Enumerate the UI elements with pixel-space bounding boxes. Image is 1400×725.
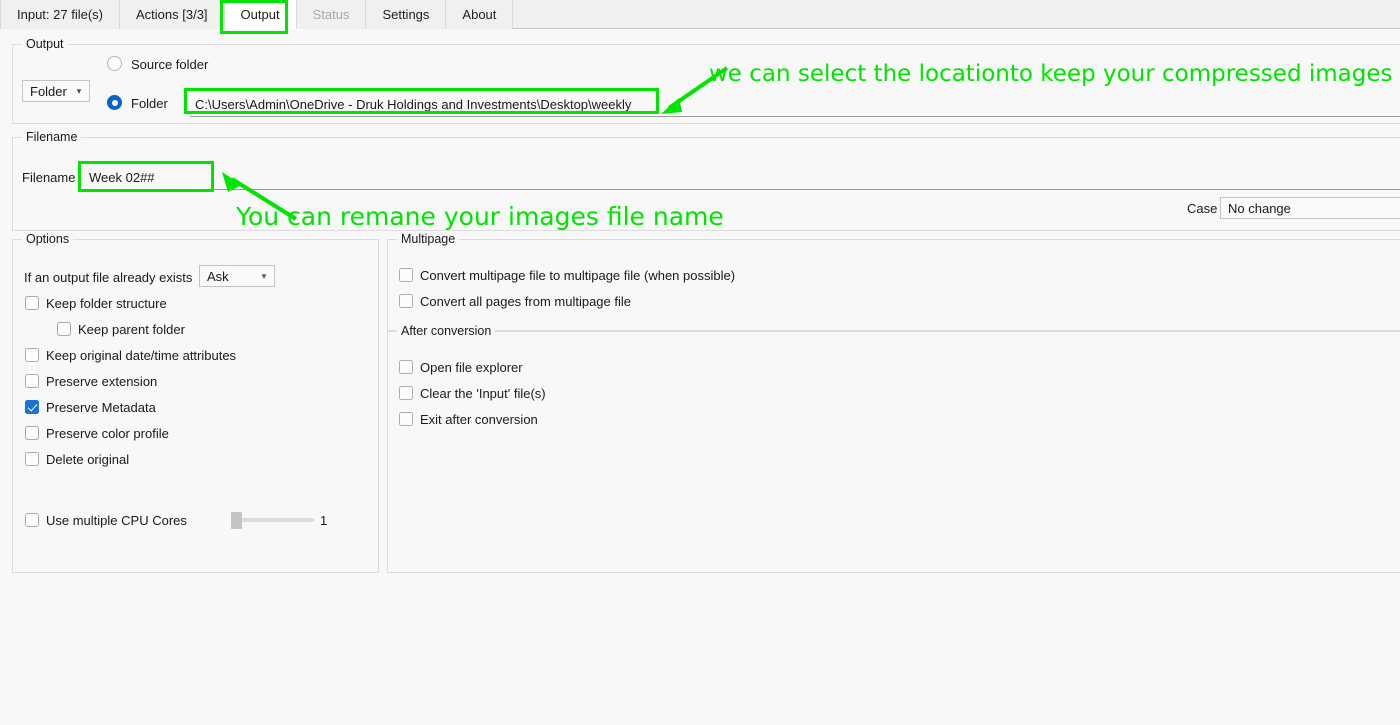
- checkbox-keep-original-datetime-label: Keep original date/time attributes: [46, 348, 237, 363]
- checkbox-keep-parent-folder-label: Keep parent folder: [78, 322, 185, 337]
- checkbox-keep-folder-structure[interactable]: [25, 296, 39, 310]
- checkbox-preserve-metadata[interactable]: [25, 400, 39, 414]
- after-conversion-group-legend: After conversion: [397, 324, 496, 338]
- after-conversion-group: After conversion: [387, 324, 1400, 573]
- checkbox-exit-after-conversion-label: Exit after conversion: [420, 412, 538, 427]
- radio-source-folder-label: Source folder: [131, 57, 209, 72]
- checkbox-preserve-color-profile-label: Preserve color profile: [46, 426, 169, 441]
- annotation-text-rename-file: You can remane your images file name: [236, 202, 724, 231]
- checkbox-keep-original-datetime[interactable]: [25, 348, 39, 362]
- radio-folder[interactable]: [107, 95, 122, 110]
- tab-status: Status: [296, 0, 367, 29]
- tab-settings[interactable]: Settings: [366, 0, 447, 29]
- checkbox-open-file-explorer[interactable]: [399, 360, 413, 374]
- checkbox-use-multiple-cpu-cores-label: Use multiple CPU Cores: [46, 513, 187, 528]
- tab-bar-filler: [513, 0, 1400, 28]
- output-exists-value: Ask: [207, 268, 229, 284]
- checkbox-use-multiple-cpu-cores[interactable]: [25, 513, 39, 527]
- cpu-cores-slider-thumb[interactable]: [231, 512, 242, 529]
- output-folder-path-input[interactable]: C:\Users\Admin\OneDrive - Druk Holdings …: [190, 93, 1400, 117]
- cpu-cores-slider-track: [231, 518, 314, 522]
- tab-input[interactable]: Input: 27 file(s): [0, 0, 120, 29]
- checkbox-convert-multipage-to-multipage[interactable]: [399, 268, 413, 282]
- app-window: Input: 27 file(s) Actions [3/3] Output S…: [0, 0, 1400, 725]
- multipage-group: Multipage: [387, 232, 1400, 331]
- cpu-cores-slider[interactable]: [231, 512, 314, 529]
- annotation-text-output-location: we can select the locationto keep your c…: [709, 61, 1393, 87]
- radio-folder-label: Folder: [131, 96, 168, 111]
- filename-field-label: Filename: [22, 170, 76, 185]
- filename-value: Week 02##: [89, 170, 155, 185]
- checkbox-preserve-extension[interactable]: [25, 374, 39, 388]
- filename-input[interactable]: Week 02##: [84, 166, 1400, 190]
- output-exists-label: If an output file already exists: [24, 270, 193, 285]
- tab-output[interactable]: Output: [224, 0, 297, 29]
- tab-bar: Input: 27 file(s) Actions [3/3] Output S…: [0, 0, 1400, 29]
- checkbox-preserve-metadata-label: Preserve Metadata: [46, 400, 156, 415]
- multipage-group-legend: Multipage: [397, 232, 460, 246]
- output-exists-select[interactable]: Ask ▾: [199, 265, 275, 287]
- filename-group-legend: Filename: [22, 130, 82, 144]
- checkbox-open-file-explorer-label: Open file explorer: [420, 360, 523, 375]
- checkbox-exit-after-conversion[interactable]: [399, 412, 413, 426]
- output-mode-select[interactable]: Folder ▾: [22, 80, 90, 102]
- chevron-down-icon: ▾: [76, 85, 82, 96]
- checkbox-convert-all-pages[interactable]: [399, 294, 413, 308]
- checkbox-convert-all-pages-label: Convert all pages from multipage file: [420, 294, 631, 309]
- cpu-cores-value: 1: [320, 513, 328, 528]
- checkbox-delete-original[interactable]: [25, 452, 39, 466]
- output-folder-path-value: C:\Users\Admin\OneDrive - Druk Holdings …: [195, 97, 632, 112]
- case-label: Case: [1187, 201, 1218, 216]
- checkbox-delete-original-label: Delete original: [46, 452, 130, 467]
- checkbox-convert-multipage-to-multipage-label: Convert multipage file to multipage file…: [420, 268, 736, 283]
- checkbox-preserve-color-profile[interactable]: [25, 426, 39, 440]
- checkbox-keep-parent-folder[interactable]: [57, 322, 71, 336]
- output-mode-value: Folder: [30, 83, 67, 99]
- chevron-down-icon: ▾: [261, 270, 267, 281]
- radio-source-folder[interactable]: [107, 56, 122, 71]
- checkbox-clear-input-files[interactable]: [399, 386, 413, 400]
- tab-about[interactable]: About: [446, 0, 514, 29]
- checkbox-keep-folder-structure-label: Keep folder structure: [46, 296, 167, 311]
- case-select[interactable]: No change: [1220, 197, 1400, 219]
- checkbox-preserve-extension-label: Preserve extension: [46, 374, 158, 389]
- tab-actions[interactable]: Actions [3/3]: [120, 0, 225, 29]
- options-group-legend: Options: [22, 232, 74, 246]
- case-value: No change: [1228, 200, 1291, 216]
- output-group-legend: Output: [22, 37, 68, 51]
- checkbox-clear-input-files-label: Clear the 'Input' file(s): [420, 386, 546, 401]
